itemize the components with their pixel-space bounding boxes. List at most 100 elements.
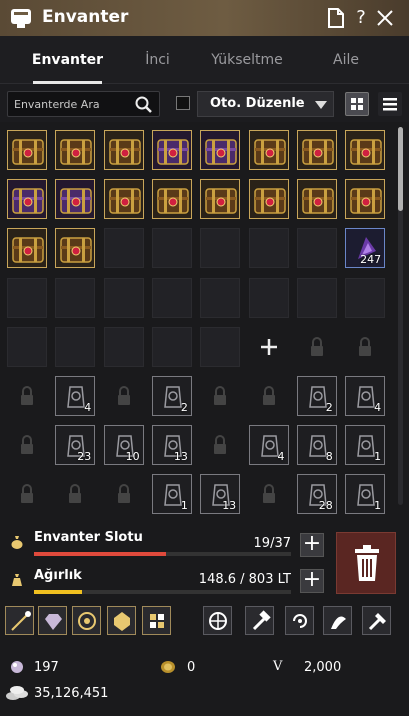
trash-icon <box>337 545 397 599</box>
inventory-slot-item[interactable]: 1 <box>345 474 386 515</box>
scrollbar[interactable] <box>398 127 403 505</box>
add-weight-button[interactable]: + <box>300 569 324 593</box>
enhance-button[interactable] <box>5 606 34 635</box>
repair-icon <box>368 613 386 631</box>
grid-view-button[interactable] <box>345 92 369 116</box>
item-count: 28 <box>318 499 333 513</box>
empty-slot[interactable] <box>248 277 289 318</box>
empty-slot[interactable] <box>248 228 289 269</box>
close-icon[interactable] <box>374 6 396 30</box>
tab-aile[interactable]: Aile <box>322 36 370 84</box>
repair-button[interactable] <box>362 606 391 635</box>
weight-bar <box>34 590 291 594</box>
empty-slot[interactable] <box>55 326 96 367</box>
empty-slot[interactable] <box>200 277 241 318</box>
locked-slot <box>345 327 385 367</box>
empty-slot[interactable] <box>345 277 386 318</box>
sort-dropdown[interactable]: Oto. Düzenle <box>197 91 334 117</box>
globe-button[interactable] <box>203 606 232 635</box>
empty-slot[interactable] <box>55 277 96 318</box>
gem-button[interactable] <box>38 606 67 635</box>
dragon-button[interactable] <box>323 606 352 635</box>
inventory-slot-chest[interactable] <box>151 179 192 220</box>
chevron-down-icon <box>315 101 327 109</box>
inventory-slot-label: Envanter Slotu <box>34 530 143 545</box>
add-slot-button[interactable]: + <box>300 533 324 557</box>
empty-slot[interactable] <box>7 277 47 318</box>
inventory-slot-chest[interactable] <box>7 179 47 220</box>
inventory-slot-item[interactable]: 13 <box>200 474 241 515</box>
empty-slot[interactable] <box>296 228 337 269</box>
inventory-slot-chest[interactable] <box>345 130 386 170</box>
empty-slot[interactable] <box>200 228 241 269</box>
inventory-slot-chest[interactable] <box>151 130 192 170</box>
grid-button[interactable] <box>142 606 171 635</box>
inventory-slot-item[interactable]: 1 <box>151 474 192 515</box>
add-slot-icon[interactable] <box>249 327 289 367</box>
inventory-slot-fill <box>34 552 166 556</box>
inventory-slot-chest[interactable] <box>200 130 241 170</box>
bag-icon <box>11 534 23 549</box>
empty-slot[interactable] <box>200 326 241 367</box>
inventory-slot-chest[interactable] <box>200 179 241 220</box>
empty-slot[interactable] <box>103 326 144 367</box>
tab-envanter[interactable]: Envanter <box>25 36 110 84</box>
item-count: 1 <box>374 499 382 513</box>
scrollbar-thumb[interactable] <box>398 127 403 211</box>
search-input[interactable] <box>14 95 129 113</box>
empty-slot[interactable] <box>103 277 144 318</box>
tab-inci[interactable]: İnci <box>135 36 180 84</box>
trash-button[interactable] <box>336 532 396 594</box>
inventory-slot-item[interactable]: 4 <box>345 376 386 416</box>
alchemy-button[interactable] <box>72 606 101 635</box>
inventory-slot-chest[interactable] <box>55 179 96 220</box>
locked-slot <box>297 327 337 367</box>
inventory-slot-item[interactable]: 247 <box>345 228 386 269</box>
inventory-slot-chest[interactable] <box>296 130 337 170</box>
item-count: 13 <box>173 450 188 464</box>
swirl-icon <box>293 614 307 628</box>
empty-slot[interactable] <box>151 277 192 318</box>
globe-icon <box>209 612 227 630</box>
item-count: 23 <box>77 450 92 464</box>
empty-slot[interactable] <box>7 326 47 367</box>
inventory-slot-chest[interactable] <box>55 130 96 170</box>
inventory-slot-chest[interactable] <box>248 130 289 170</box>
list-view-button[interactable] <box>378 92 402 116</box>
locked-slot <box>7 474 47 514</box>
inventory-slot-stat: Envanter Slotu 19/37 <box>0 528 330 556</box>
inventory-slot-chest[interactable] <box>103 179 144 220</box>
inventory-slot-chest[interactable] <box>7 130 47 170</box>
inventory-slot-item[interactable]: 28 <box>296 474 337 515</box>
search-icon[interactable] <box>135 96 153 118</box>
crystal-button[interactable] <box>107 606 136 635</box>
inventory-slot-item[interactable]: 2 <box>151 376 192 416</box>
inventory-slot-item[interactable]: 2 <box>296 376 337 416</box>
inventory-slot-chest[interactable] <box>55 228 96 269</box>
inventory-slot-item[interactable]: 23 <box>55 425 96 466</box>
inventory-slot-chest[interactable] <box>103 130 144 170</box>
empty-slot[interactable] <box>151 228 192 269</box>
help-icon[interactable]: ? <box>350 6 372 30</box>
auto-sort-checkbox[interactable] <box>176 96 190 110</box>
inventory-slot-item[interactable]: 10 <box>103 425 144 466</box>
inventory-slot-item[interactable]: 4 <box>248 425 289 466</box>
empty-slot[interactable] <box>296 277 337 318</box>
tab-yukseltme[interactable]: Yükseltme <box>202 36 292 84</box>
inventory-slot-chest[interactable] <box>345 179 386 220</box>
empty-slot[interactable] <box>151 326 192 367</box>
hammer-button[interactable] <box>245 606 274 635</box>
inventory-slot-chest[interactable] <box>248 179 289 220</box>
inventory-slot-item[interactable]: 4 <box>55 376 96 416</box>
inventory-slot-item[interactable]: 1 <box>345 425 386 466</box>
empty-slot[interactable] <box>103 228 144 269</box>
inventory-slot-chest[interactable] <box>7 228 47 269</box>
title-bar[interactable]: Envanter ? <box>0 0 409 36</box>
inventory-slot-item[interactable]: 8 <box>296 425 337 466</box>
weight-stat: Ağırlık 148.6 / 803 LT <box>0 566 330 594</box>
swirl-button[interactable] <box>285 606 314 635</box>
tab-bar: Envanter İnci Yükseltme Aile <box>0 36 409 84</box>
inventory-slot-item[interactable]: 13 <box>151 425 192 466</box>
inventory-slot-chest[interactable] <box>296 179 337 220</box>
document-icon[interactable] <box>325 6 347 30</box>
